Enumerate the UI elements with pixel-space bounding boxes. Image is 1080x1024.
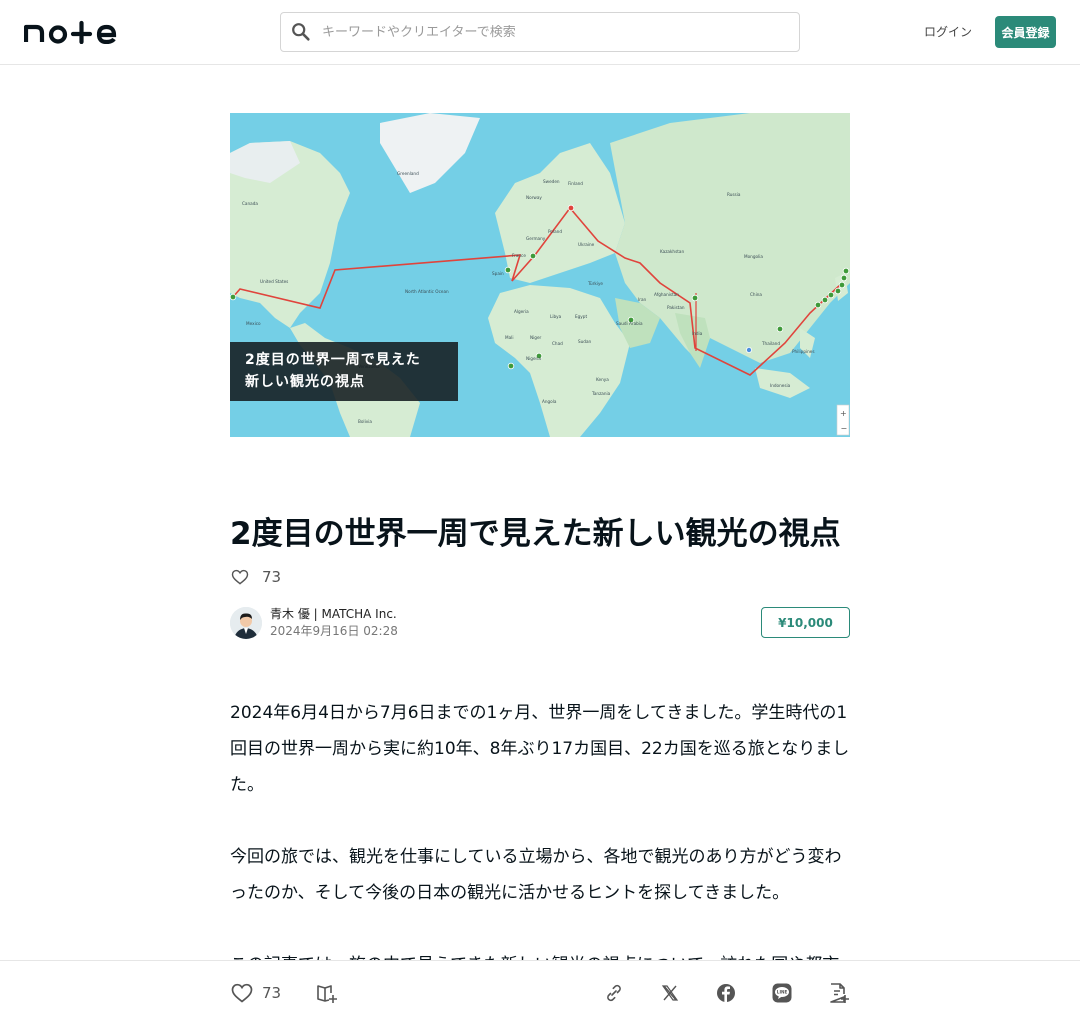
map-label: India bbox=[692, 331, 703, 336]
share-line-button[interactable]: LINE bbox=[770, 981, 794, 1005]
map-label: Canada bbox=[242, 201, 258, 206]
article-paragraph: 今回の旅では、観光を仕事にしている立場から、各地で観光のあり方がどう変わったのか… bbox=[230, 847, 842, 903]
search-icon bbox=[292, 23, 310, 41]
author-name[interactable]: 青木 優 | MATCHA Inc. bbox=[270, 606, 398, 623]
magazine-add-button[interactable] bbox=[315, 981, 339, 1005]
price-button[interactable]: ¥10,000 bbox=[761, 607, 850, 638]
like-count: 73 bbox=[262, 568, 282, 586]
map-zoom-controls: + − bbox=[836, 404, 850, 436]
footer-like-button[interactable]: 73 bbox=[230, 981, 281, 1005]
map-label: Chad bbox=[552, 341, 563, 346]
x-icon bbox=[661, 985, 679, 1001]
map-label: Kenya bbox=[596, 377, 609, 382]
map-label: Indonesia bbox=[770, 383, 791, 388]
hero-image: Greenland Canada United States Mexico No… bbox=[230, 113, 850, 437]
map-label: Germany bbox=[526, 236, 546, 241]
map-label: Tanzania bbox=[591, 391, 611, 396]
author-block[interactable]: 青木 優 | MATCHA Inc. 2024年9月16日 02:28 bbox=[230, 607, 398, 639]
magazine-add-icon bbox=[317, 985, 337, 1003]
map-label: Mali bbox=[505, 335, 514, 340]
map-label: Bolivia bbox=[358, 419, 372, 424]
like-row: 73 bbox=[230, 566, 281, 588]
publish-date: 2024年9月16日 02:28 bbox=[270, 624, 398, 638]
share-facebook-button[interactable] bbox=[714, 981, 738, 1005]
map-label: Iran bbox=[638, 297, 647, 302]
svg-text:−: − bbox=[841, 424, 848, 433]
like-icon bbox=[231, 983, 253, 1003]
hero-caption: 2度目の世界一周で見えた 新しい観光の視点 bbox=[230, 342, 458, 401]
link-icon bbox=[607, 984, 621, 1002]
map-label: Sweden bbox=[543, 179, 560, 184]
login-link[interactable]: ログイン bbox=[920, 23, 976, 40]
map-label: Poland bbox=[548, 229, 562, 234]
article-paragraph: 2024年6月4日から7月6日までの1ヶ月、世界一周をしてきました。学生時代の1… bbox=[230, 703, 850, 795]
map-label: Mexico bbox=[246, 321, 261, 326]
map-label: Pakistan bbox=[667, 305, 685, 310]
map-label: Türkiye bbox=[587, 281, 603, 286]
map-label: Nigeria bbox=[526, 356, 541, 361]
hero-caption-line1: 2度目の世界一周で見えた bbox=[245, 352, 421, 368]
article-title: 2度目の世界一周で見えた新しい観光の視点 bbox=[230, 516, 841, 552]
copy-link-button[interactable] bbox=[602, 981, 626, 1005]
map-label: Egypt bbox=[575, 314, 587, 319]
map-label: China bbox=[750, 292, 762, 297]
map-label: Kazakhstan bbox=[660, 249, 684, 254]
map-label: France bbox=[512, 253, 526, 258]
map-label: Algeria bbox=[514, 309, 529, 314]
line-icon: LINE bbox=[772, 983, 792, 1003]
map-label: Russia bbox=[727, 192, 741, 197]
heart-icon[interactable] bbox=[230, 567, 250, 587]
map-label: Niger bbox=[530, 335, 542, 340]
article-body: 2024年6月4日から7月6日までの1ヶ月、世界一周をしてきました。学生時代の1… bbox=[230, 695, 850, 960]
search-box[interactable] bbox=[280, 12, 800, 52]
map-label: Philippines bbox=[792, 349, 815, 354]
facebook-icon bbox=[717, 984, 735, 1002]
svg-text:LINE: LINE bbox=[777, 990, 788, 995]
map-label: Sudan bbox=[578, 339, 592, 344]
map-label: Finland bbox=[568, 181, 583, 186]
note-logo[interactable] bbox=[24, 20, 122, 44]
footer-like-count: 73 bbox=[262, 984, 282, 1002]
note-share-icon bbox=[830, 983, 849, 1003]
map-label: Thailand bbox=[761, 341, 780, 346]
avatar[interactable] bbox=[230, 607, 262, 639]
map-label: Greenland bbox=[397, 171, 419, 176]
svg-text:+: + bbox=[840, 409, 847, 418]
top-header: ログイン 会員登録 bbox=[0, 0, 1080, 65]
map-label: Libya bbox=[550, 314, 562, 319]
note-share-button[interactable] bbox=[826, 981, 850, 1005]
map-label: Afghanistan bbox=[654, 292, 679, 297]
map-label: Norway bbox=[526, 195, 542, 200]
map-label: United States bbox=[260, 279, 288, 284]
map-label: Ukraine bbox=[578, 242, 595, 247]
map-label: Mongolia bbox=[744, 254, 763, 259]
signup-button[interactable]: 会員登録 bbox=[995, 16, 1056, 48]
map-label: Angola bbox=[542, 399, 557, 404]
article-paragraph: この記事では、旅の中で見えてきた新しい観光の視点について、訪れた国や都市のエピソ… bbox=[230, 947, 850, 960]
map-label: Spain bbox=[492, 271, 504, 276]
share-x-button[interactable] bbox=[658, 981, 682, 1005]
map-label: Saudi Arabia bbox=[616, 321, 643, 326]
hero-caption-line2: 新しい観光の視点 bbox=[245, 374, 365, 390]
bottom-action-bar: 73 LINE bbox=[0, 960, 1080, 1024]
search-input[interactable] bbox=[322, 24, 799, 40]
avatar-image bbox=[230, 607, 262, 639]
map-label: North Atlantic Ocean bbox=[405, 289, 449, 294]
